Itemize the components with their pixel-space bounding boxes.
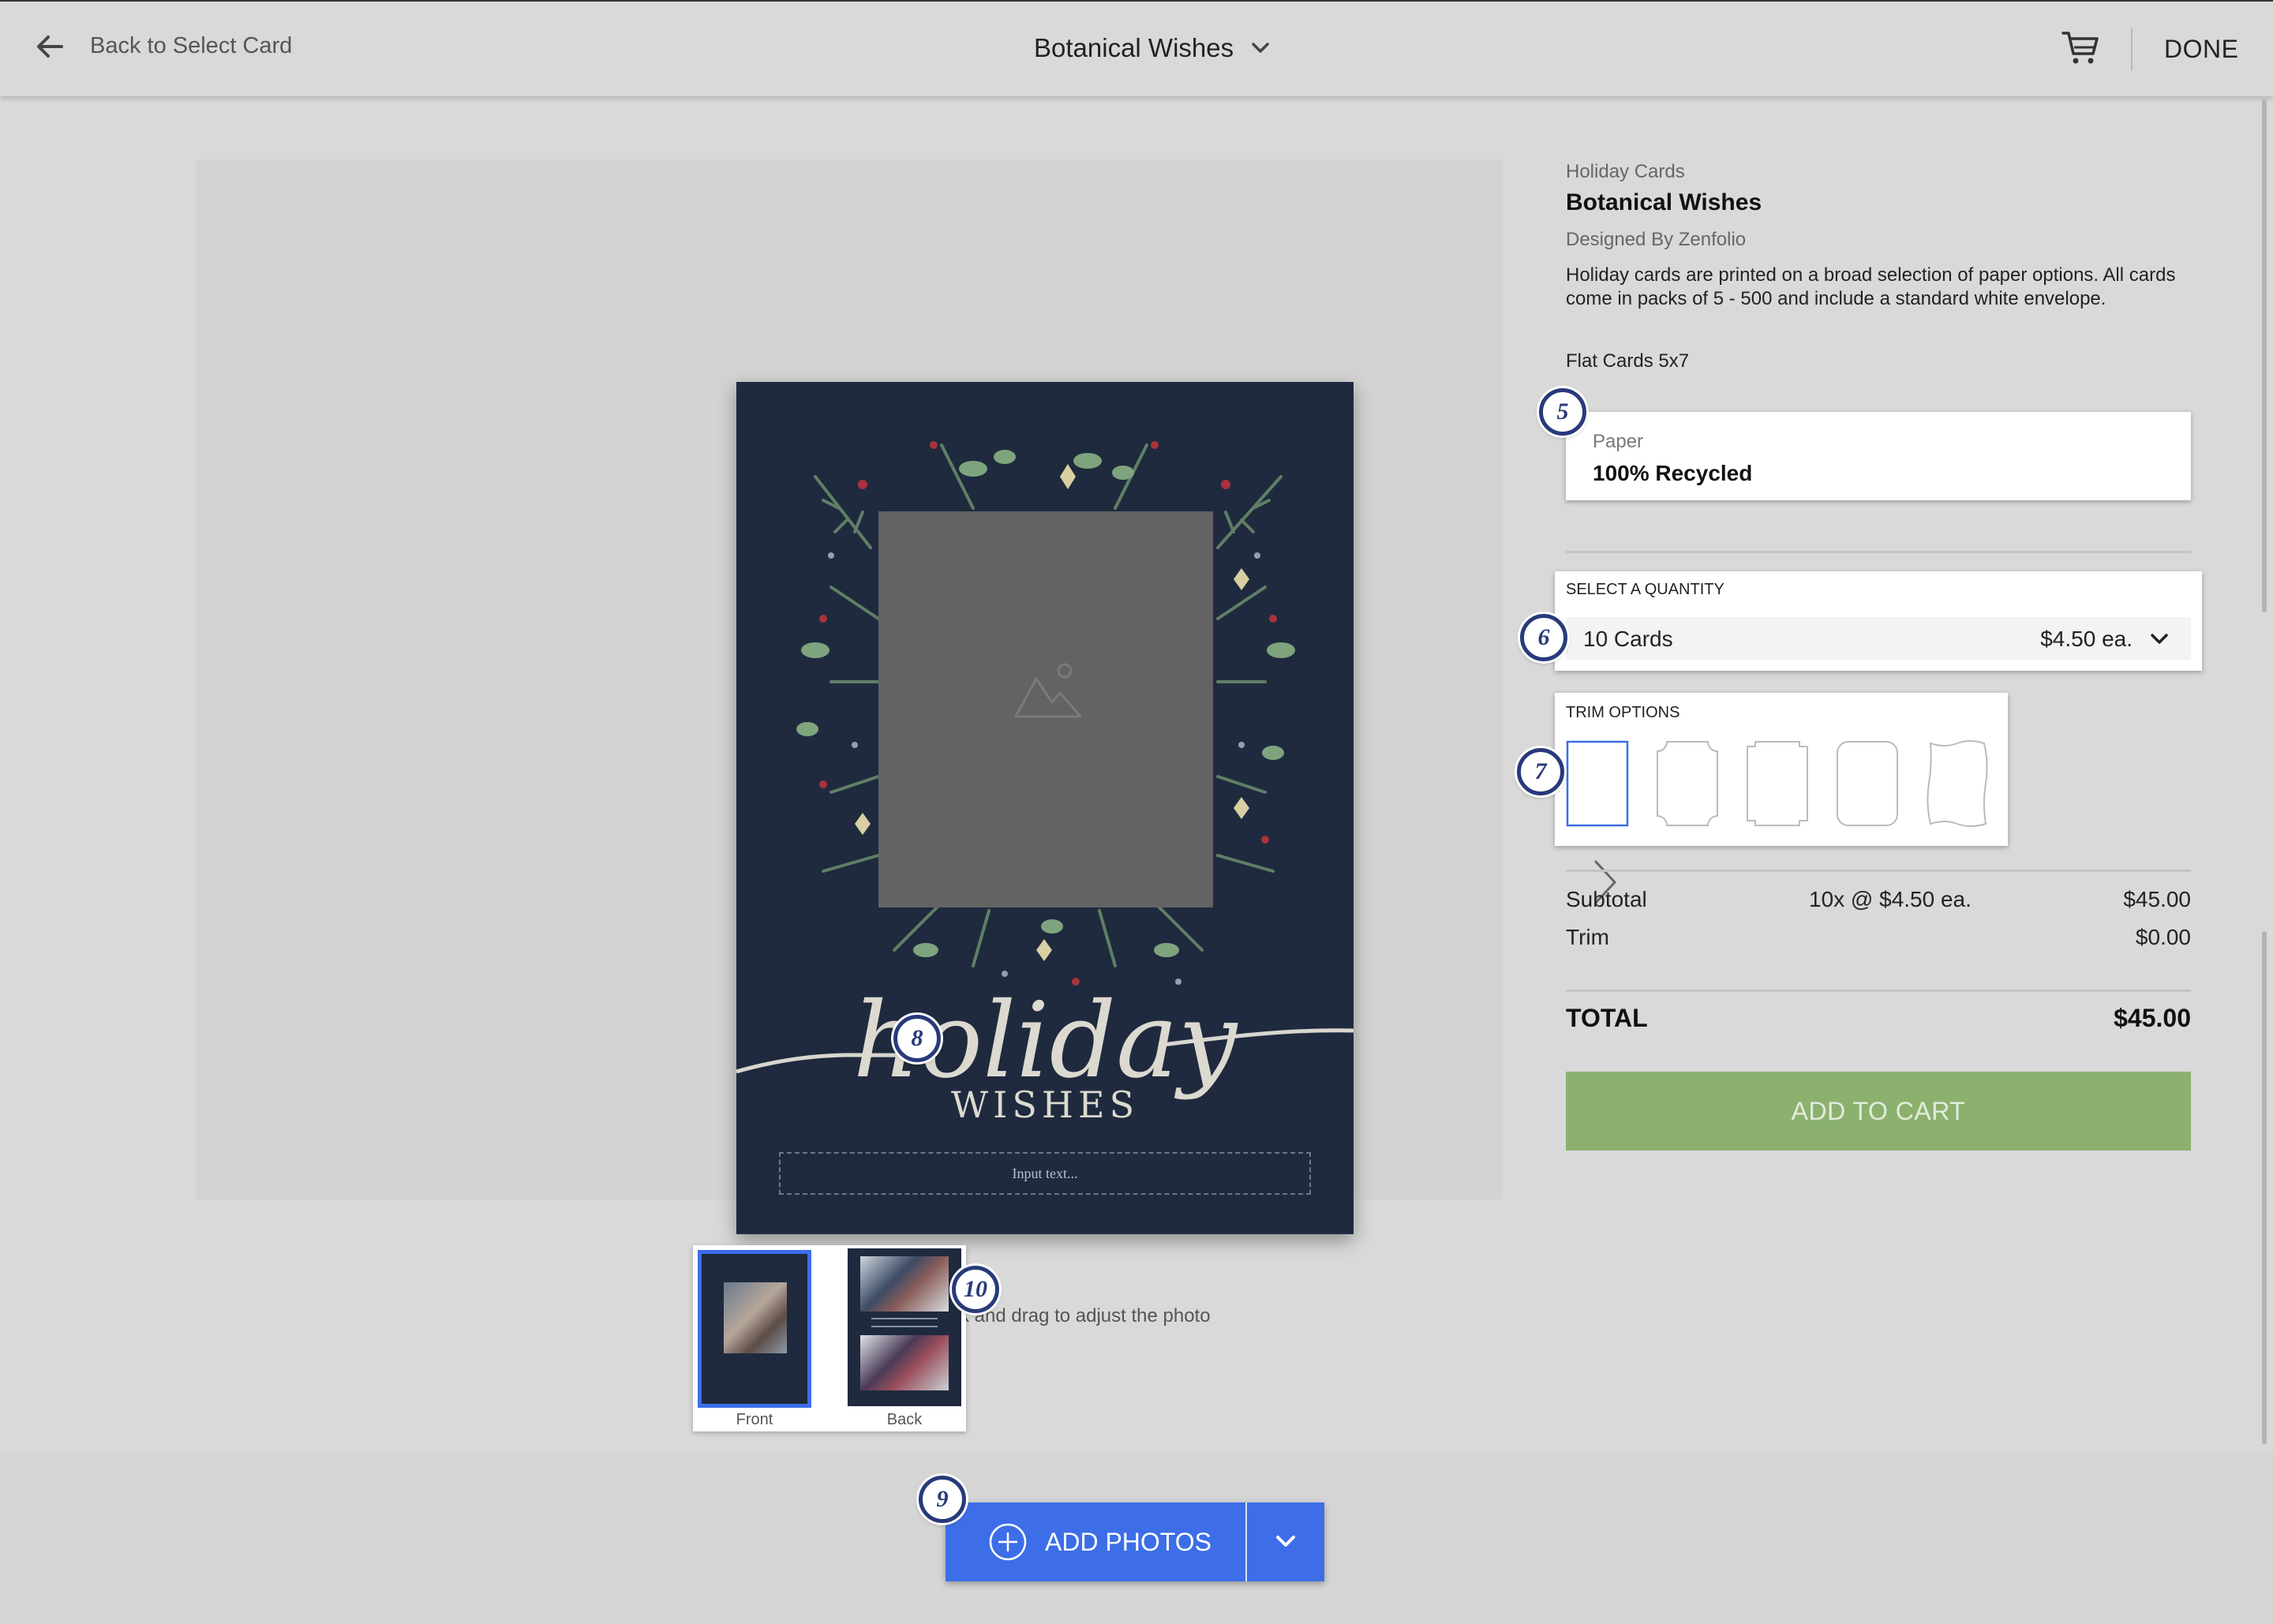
trim-wavy-icon [1927,740,1988,827]
trim-option-scalloped[interactable] [1656,740,1719,827]
total-value: $45.00 [2114,1004,2191,1032]
done-button[interactable]: DONE [2164,35,2238,64]
trim-rounded-icon [1837,741,1898,826]
top-header: Back to Select Card Botanical Wishes DON… [0,0,2273,96]
add-photos-label: ADD PHOTOS [1045,1527,1211,1556]
step-badge-6: 6 [1520,614,1567,661]
quantity-label: SELECT A QUANTITY [1566,581,1724,598]
card-canvas[interactable]: holiday WISHES Input text... [736,382,1354,1234]
arrow-left-icon [37,35,63,58]
front-photo-preview [724,1282,787,1353]
back-to-select-card-link[interactable]: Back to Select Card [36,33,292,59]
thumbnail-back[interactable] [848,1248,961,1406]
svg-text:WISHES: WISHES [951,1083,1139,1126]
subtotal-detail: 10x @ $4.50 ea. [1809,887,1972,911]
trim-cost-label: Trim [1566,925,1609,949]
subtotal-label: Subtotal [1566,887,1647,911]
add-to-cart-button[interactable]: ADD TO CART [1566,1072,2191,1151]
trim-square-icon [1566,740,1629,827]
trim-scalloped-icon [1657,741,1718,826]
add-photos-separator [1245,1502,1247,1581]
product-designer: Designed By Zenfolio [1566,229,1747,250]
divider [1566,870,2191,872]
divider [1566,990,2191,992]
trim-option-square[interactable] [1566,740,1629,827]
add-photos-dropdown-toggle[interactable] [1247,1502,1324,1581]
quantity-section: SELECT A QUANTITY 10 Cards $4.50 ea. [1555,571,2202,671]
step-badge-9: 9 [919,1476,966,1523]
card-title-dropdown[interactable]: Botanical Wishes [1034,33,1270,63]
trim-option-wavy[interactable] [1926,740,1989,827]
step-badge-5: 5 [1539,388,1586,436]
back-text-lines [871,1318,938,1327]
add-photos-split-button: ADD PHOTOS [946,1502,1324,1581]
total-row: TOTAL $45.00 [1566,1004,2191,1033]
product-name: Botanical Wishes [1566,189,1762,215]
scrollbar-thumb-upper[interactable] [2262,99,2267,612]
trim-cost-value: $0.00 [2135,925,2191,949]
plus-circle-icon [989,1523,1027,1561]
header-divider [2131,28,2133,71]
scrollbar-thumb-lower[interactable] [2262,931,2267,1444]
paper-selector[interactable]: Paper 100% Recycled [1566,412,2191,500]
card-side-thumbnails: Front Back [693,1245,966,1431]
card-preview-area: holiday WISHES Input text... Click and d… [196,159,1617,1327]
quantity-value: 10 Cards [1583,627,1673,651]
image-placeholder-icon [1014,663,1082,718]
subtotal-value: $45.00 [2123,887,2191,911]
total-label: TOTAL [1566,1004,1648,1032]
trim-options-label: TRIM OPTIONS [1566,704,1680,721]
chevron-down-icon [1276,1536,1295,1547]
photo-drop-slot[interactable] [878,511,1213,907]
paper-value: 100% Recycled [1593,461,1753,485]
back-photo-top [860,1256,949,1312]
card-text-input[interactable]: Input text... [779,1152,1311,1195]
trim-notched-icon [1747,741,1808,826]
back-photo-bottom [860,1335,949,1390]
card-title: Botanical Wishes [1034,33,1234,62]
add-photos-button[interactable]: ADD PHOTOS [946,1502,1245,1581]
cart-icon[interactable] [2061,30,2099,66]
chevron-down-icon [2151,634,2168,644]
product-category: Holiday Cards [1566,161,1685,182]
quantity-select[interactable]: 10 Cards $4.50 ea. [1566,617,2191,660]
chevron-down-icon [1252,43,1269,53]
trim-option-notched[interactable] [1746,740,1809,827]
divider [1566,551,2191,553]
step-badge-10: 10 [952,1266,999,1313]
trim-options-section: TRIM OPTIONS [1555,693,2008,846]
product-size: Flat Cards 5x7 [1566,350,1690,372]
product-description: Holiday cards are printed on a broad sel… [1566,264,2176,309]
paper-label: Paper [1593,431,1644,452]
back-label: Back to Select Card [90,33,293,58]
thumbnail-front[interactable] [698,1250,811,1408]
thumbnail-back-label: Back [886,1411,923,1428]
quantity-unit-price: $4.50 ea. [2040,627,2133,651]
trim-option-rounded[interactable] [1836,740,1899,827]
step-badge-7: 7 [1517,748,1564,795]
step-badge-8: 8 [893,1015,941,1062]
thumbnail-front-label: Front [736,1411,773,1428]
